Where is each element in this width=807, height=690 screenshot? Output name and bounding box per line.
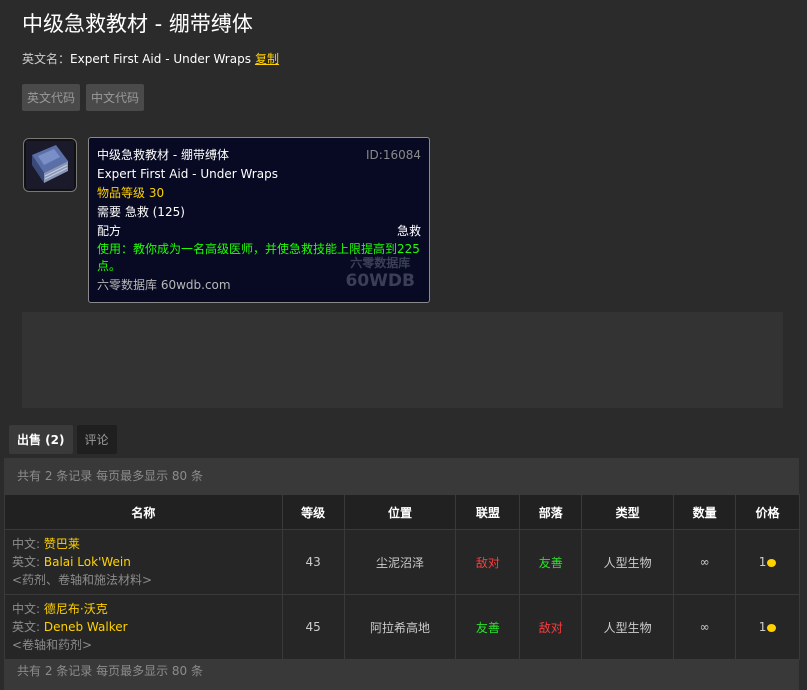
tab-sale[interactable]: 出售 (2): [9, 425, 73, 454]
col-name[interactable]: 名称: [4, 494, 283, 530]
copy-link[interactable]: 复制: [255, 52, 279, 66]
npc-link-cn[interactable]: 德尼布·沃克: [44, 602, 108, 616]
page-title: 中级急救教材 - 绷带缚体: [22, 12, 253, 36]
en-label: 英文:: [12, 620, 41, 634]
npc-location[interactable]: 阿拉希高地: [343, 594, 457, 660]
english-name-line: 英文名：Expert First Aid - Under Wraps 复制: [22, 50, 279, 67]
tooltip-name-en: Expert First Aid - Under Wraps: [97, 167, 278, 181]
col-quantity[interactable]: 数量: [673, 494, 737, 530]
english-code-button[interactable]: 英文代码: [22, 84, 81, 111]
tab-comments[interactable]: 评论: [76, 425, 117, 454]
npc-type: 人型生物: [581, 529, 675, 595]
tooltip-type-right: 急救: [396, 224, 421, 238]
npc-name-cell: 中文: 德尼布·沃克 英文: Deneb Walker <卷轴和药剂>: [4, 594, 283, 660]
npc-type: 人型生物: [581, 594, 675, 660]
tooltip-name-cn: 中级急救教材 - 绷带缚体: [97, 148, 229, 162]
npc-location[interactable]: 尘泥沼泽: [343, 529, 457, 595]
npc-link-cn[interactable]: 赞巴莱: [44, 537, 80, 551]
table-header: 名称 等级 位置 联盟 部落 类型 数量 价格: [4, 494, 800, 530]
code-buttons: 英文代码 中文代码: [22, 84, 145, 111]
horde-reaction: 敌对: [519, 594, 583, 660]
table-row: 中文: 德尼布·沃克 英文: Deneb Walker <卷轴和药剂> 45 阿…: [4, 594, 800, 660]
npc-link-en[interactable]: Deneb Walker: [44, 620, 128, 634]
cn-label: 中文:: [12, 537, 41, 551]
col-price[interactable]: 价格: [735, 494, 800, 530]
npc-link-en[interactable]: Balai Lok'Wein: [44, 555, 131, 569]
book-icon[interactable]: [23, 138, 77, 192]
vendor-table: 名称 等级 位置 联盟 部落 类型 数量 价格 中文: 赞巴莱 英文: Bala…: [4, 494, 800, 660]
cn-label: 中文:: [12, 602, 41, 616]
item-tooltip: 中级急救教材 - 绷带缚体 ID:16084 Expert First Aid …: [88, 137, 430, 303]
npc-name-cell: 中文: 赞巴莱 英文: Balai Lok'Wein <药剂、卷轴和施法材料>: [4, 529, 283, 595]
npc-level: 43: [281, 529, 345, 595]
col-alliance[interactable]: 联盟: [455, 494, 521, 530]
npc-price: 1: [735, 594, 800, 660]
record-info-bottom: 共有 2 条记录 每页最多显示 80 条: [17, 664, 203, 678]
npc-level: 45: [281, 594, 345, 660]
en-label: 英文:: [12, 555, 41, 569]
npc-price: 1: [735, 529, 800, 595]
sale-panel: 共有 2 条记录 每页最多显示 80 条 名称 等级 位置 联盟 部落 类型 数…: [4, 458, 800, 690]
english-name-value: Expert First Aid - Under Wraps: [70, 52, 251, 66]
npc-subtitle: <药剂、卷轴和施法材料>: [12, 573, 153, 587]
tooltip-id: ID:16084: [366, 148, 421, 162]
alliance-reaction: 敌对: [455, 529, 521, 595]
horde-reaction: 友善: [519, 529, 583, 595]
price-value: 1: [758, 620, 767, 634]
chinese-code-button[interactable]: 中文代码: [86, 84, 145, 111]
tab-bar: 出售 (2) 评论: [9, 425, 117, 454]
gold-coin-icon: [767, 558, 777, 567]
col-level[interactable]: 等级: [281, 494, 345, 530]
watermark: 六零数据库 60WDB: [345, 256, 415, 291]
tooltip-item-level: 物品等级 30: [97, 186, 165, 200]
npc-quantity: ∞: [673, 529, 737, 595]
english-name-label: 英文名：: [22, 52, 71, 66]
npc-subtitle: <卷轴和药剂>: [12, 638, 93, 652]
alliance-reaction: 友善: [455, 594, 521, 660]
table-row: 中文: 赞巴莱 英文: Balai Lok'Wein <药剂、卷轴和施法材料> …: [4, 529, 800, 595]
price-value: 1: [758, 555, 767, 569]
ad-placeholder: [22, 312, 783, 408]
col-location[interactable]: 位置: [343, 494, 457, 530]
npc-quantity: ∞: [673, 594, 737, 660]
col-type[interactable]: 类型: [581, 494, 675, 530]
tooltip-type: 配方: [97, 224, 122, 238]
col-horde[interactable]: 部落: [519, 494, 583, 530]
tooltip-requirement: 需要 急救 (125): [97, 205, 185, 219]
record-info-top: 共有 2 条记录 每页最多显示 80 条: [17, 469, 203, 483]
gold-coin-icon: [767, 623, 777, 632]
